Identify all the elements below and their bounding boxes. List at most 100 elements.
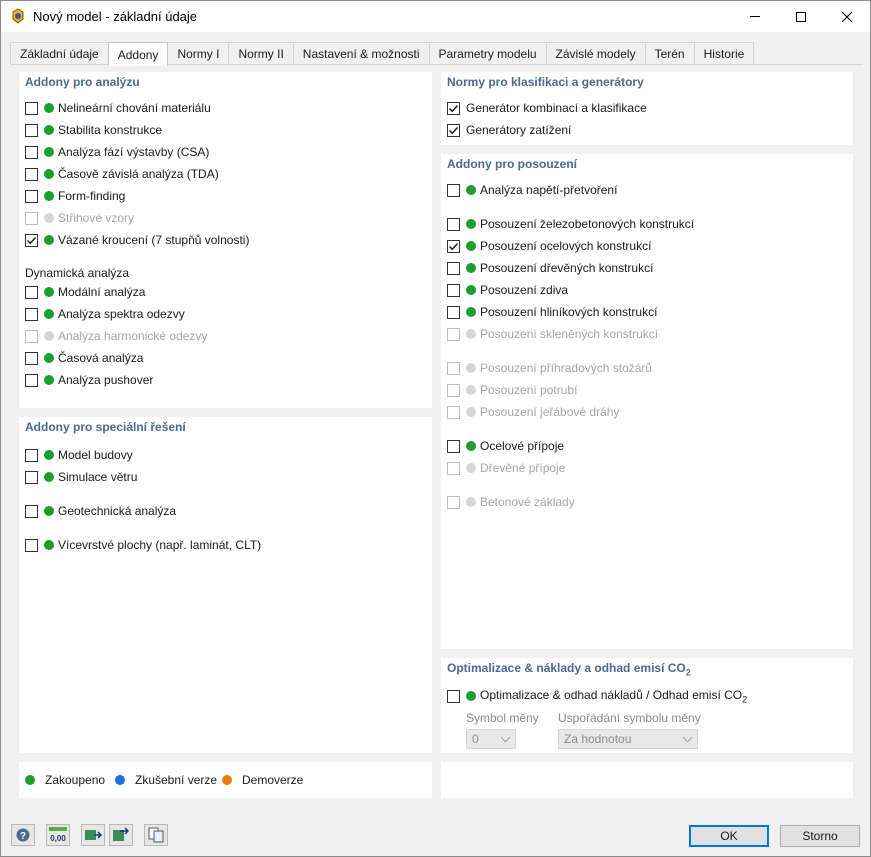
optimization-title-sub: 2 <box>685 667 691 678</box>
addon-checkbox <box>25 211 38 225</box>
addon-label: Posouzení hliníkových konstrukcí <box>480 305 658 319</box>
maximize-button[interactable] <box>778 1 824 32</box>
checkmark-icon <box>448 104 459 112</box>
addon-checkbox <box>447 327 460 341</box>
addon-item: Betonové základy <box>447 493 575 511</box>
units-label: 0,00 <box>50 834 66 843</box>
maximize-icon <box>796 11 806 22</box>
tab-strip: Základní údaje Addony Normy I Normy II N… <box>10 42 755 66</box>
tab-norms-2[interactable]: Normy II <box>228 42 294 65</box>
minimize-button[interactable] <box>732 1 778 32</box>
addon-item[interactable]: Stabilita konstrukce <box>25 121 162 139</box>
optimization-checkbox[interactable] <box>447 689 460 703</box>
units-button[interactable]: 0,00 <box>46 824 70 846</box>
tab-addons[interactable]: Addony <box>107 42 169 66</box>
close-button[interactable] <box>824 1 870 32</box>
addon-item[interactable]: Posouzení dřevěných konstrukcí <box>447 259 653 277</box>
addon-checkbox[interactable] <box>447 439 460 453</box>
addon-label: Generátory zatížení <box>466 123 572 137</box>
export-button[interactable] <box>109 824 133 846</box>
optimization-checkbox-item[interactable]: Optimalizace & odhad nákladů / Odhad emi… <box>447 687 747 705</box>
addon-checkbox[interactable] <box>447 217 460 231</box>
addon-checkbox[interactable] <box>25 538 38 552</box>
addon-item[interactable]: Nelineární chování materiálu <box>25 99 211 117</box>
addon-item[interactable]: Model budovy <box>25 446 133 464</box>
addon-checkbox <box>447 361 460 375</box>
addon-label: Ocelové přípoje <box>480 439 565 453</box>
tab-history[interactable]: Historie <box>693 42 755 65</box>
addon-item[interactable]: Vícevrstvé plochy (např. laminát, CLT) <box>25 536 261 554</box>
status-purchased-icon <box>44 103 54 113</box>
addon-checkbox[interactable] <box>447 239 460 253</box>
addon-checkbox[interactable] <box>25 448 38 462</box>
addon-item[interactable]: Analýza fází výstavby (CSA) <box>25 143 209 161</box>
addon-label: Analýza spektra odezvy <box>58 307 185 321</box>
addon-item: Dřevěné přípoje <box>447 459 565 477</box>
status-purchased-icon <box>44 375 54 385</box>
addon-label: Střihové vzory <box>58 211 135 225</box>
addon-item[interactable]: Posouzení hliníkových konstrukcí <box>447 303 657 321</box>
addon-checkbox[interactable] <box>25 123 38 137</box>
addon-checkbox[interactable] <box>25 504 38 518</box>
addon-item[interactable]: Časová analýza <box>25 349 143 367</box>
tab-dependent-models[interactable]: Závislé modely <box>545 42 646 65</box>
addon-checkbox[interactable] <box>447 123 460 137</box>
addon-checkbox[interactable] <box>447 261 460 275</box>
addon-checkbox[interactable] <box>25 189 38 203</box>
status-purchased-icon <box>466 307 476 317</box>
addon-checkbox[interactable] <box>25 233 38 247</box>
addon-item[interactable]: Generátor kombinací a klasifikace <box>447 99 647 117</box>
optimization-title-text: Optimalizace & náklady a odhad emisí CO <box>447 661 686 675</box>
addon-item[interactable]: Generátory zatížení <box>447 121 571 139</box>
addon-item[interactable]: Ocelové přípoje <box>447 437 564 455</box>
status-demo-icon <box>222 775 232 785</box>
addon-checkbox[interactable] <box>25 307 38 321</box>
norms-title: Normy pro klasifikaci a generátory <box>447 75 644 89</box>
addon-item[interactable]: Vázané kroucení (7 stupňů volnosti) <box>25 231 249 249</box>
addon-item[interactable]: Posouzení ocelových konstrukcí <box>447 237 651 255</box>
addon-checkbox[interactable] <box>447 283 460 297</box>
tab-norms-1[interactable]: Normy I <box>167 42 230 65</box>
chevron-down-icon <box>683 736 692 742</box>
analysis-addons-title: Addony pro analýzu <box>25 75 140 89</box>
addon-item[interactable]: Modální analýza <box>25 283 145 301</box>
addon-item[interactable]: Posouzení železobetonových konstrukcí <box>447 215 694 233</box>
addon-checkbox[interactable] <box>25 145 38 159</box>
addon-checkbox[interactable] <box>25 373 38 387</box>
addon-checkbox <box>447 383 460 397</box>
addon-checkbox[interactable] <box>447 183 460 197</box>
ok-button[interactable]: OK <box>689 825 769 847</box>
tab-terrain[interactable]: Terén <box>644 42 695 65</box>
addon-checkbox[interactable] <box>25 285 38 299</box>
addon-item[interactable]: Analýza spektra odezvy <box>25 305 185 323</box>
addon-checkbox <box>447 461 460 475</box>
tab-basic-data[interactable]: Základní údaje <box>10 42 109 65</box>
status-purchased-icon <box>466 441 476 451</box>
cancel-button[interactable]: Storno <box>780 825 860 847</box>
import-button[interactable] <box>81 824 105 846</box>
addon-item[interactable]: Simulace větru <box>25 468 137 486</box>
status-unavailable-icon <box>466 497 476 507</box>
chevron-down-icon <box>501 736 510 742</box>
addon-checkbox[interactable] <box>25 167 38 181</box>
status-trial-icon <box>115 775 125 785</box>
addon-checkbox[interactable] <box>25 351 38 365</box>
tab-settings-options[interactable]: Nastavení & možnosti <box>292 42 430 65</box>
addon-label: Modální analýza <box>58 285 146 299</box>
addon-item[interactable]: Posouzení zdiva <box>447 281 568 299</box>
addon-item[interactable]: Form-finding <box>25 187 125 205</box>
addon-item[interactable]: Analýza napětí-přetvoření <box>447 181 617 199</box>
help-button[interactable]: ? <box>11 824 35 846</box>
tab-model-parameters[interactable]: Parametry modelu <box>428 42 547 65</box>
addon-checkbox[interactable] <box>447 305 460 319</box>
addon-item[interactable]: Geotechnická analýza <box>25 502 176 520</box>
addon-checkbox[interactable] <box>25 470 38 484</box>
addon-checkbox[interactable] <box>25 101 38 115</box>
addon-item: Posouzení jeřábové dráhy <box>447 403 619 421</box>
status-purchased-icon <box>44 191 54 201</box>
copy-button[interactable] <box>144 824 168 846</box>
status-purchased-icon <box>466 185 476 195</box>
addon-item[interactable]: Časově závislá analýza (TDA) <box>25 165 219 183</box>
addon-checkbox[interactable] <box>447 101 460 115</box>
addon-item[interactable]: Analýza pushover <box>25 371 153 389</box>
